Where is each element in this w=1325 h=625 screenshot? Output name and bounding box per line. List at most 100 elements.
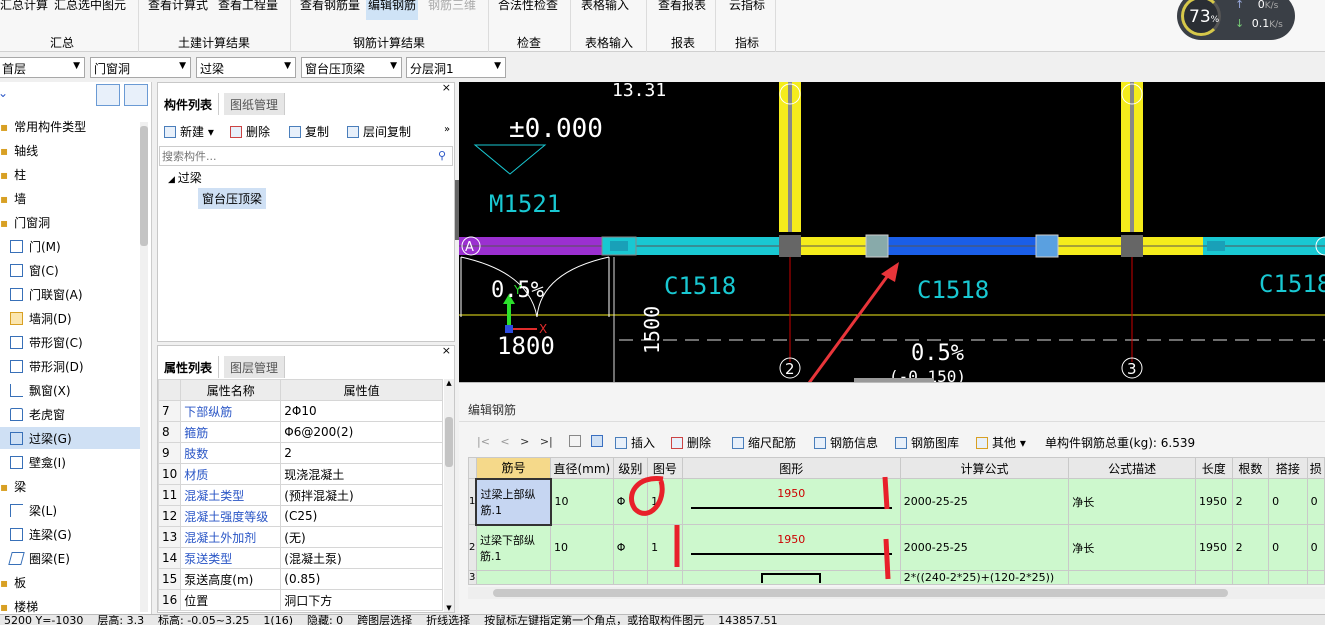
close-icon[interactable]: × [442,81,451,94]
view-quantity-button[interactable]: 查看工程量 [216,0,280,16]
layer-select[interactable]: 分层洞1 ▼ [406,57,506,78]
tree-item-door[interactable]: 门(M) [0,235,140,257]
bar-formula[interactable]: 2*((240-2*25)+(120-2*25)) [899,570,1070,585]
list-view-icon[interactable] [96,84,120,106]
rebar-3d-button[interactable]: 钢筋三维 [426,0,478,16]
card-view-icon[interactable] [124,84,148,106]
category-select[interactable]: 门窗洞 ▼ [90,57,191,78]
bar-diameter[interactable]: 10 [550,524,614,571]
property-scrollbar[interactable]: ▲ ▼ [444,379,454,612]
property-row[interactable]: 15 泵送高度(m) (0.85) [157,568,443,590]
tree-item-strip-hole[interactable]: 带形洞(D) [0,355,140,377]
view-rebar-button[interactable]: 查看钢筋量 [298,0,362,16]
property-value[interactable]: Φ6@200(2) [280,421,443,443]
close-icon[interactable]: × [442,344,451,357]
type-select[interactable]: 过梁 ▼ [196,57,296,78]
summary-calc-button[interactable]: 汇总计算 [0,0,50,16]
bar-formula[interactable]: 2000-25-25 [899,478,1070,525]
property-value[interactable]: 2 [280,442,443,464]
property-row[interactable]: 9 肢数 2 [157,442,443,464]
property-value[interactable]: (C25) [280,505,443,527]
bar-formula-desc[interactable] [1068,570,1197,585]
bar-count[interactable]: 2 [1231,478,1270,525]
bar-count[interactable]: 2 [1231,524,1270,571]
property-row[interactable]: 12 混凝土强度等级 (C25) [157,505,443,527]
property-value[interactable]: (0.85) [280,568,443,590]
component-item-sill-beam[interactable]: 窗台压顶梁 [198,188,267,209]
rebar-delete-button[interactable]: 删除 [671,434,711,451]
table-input-button[interactable]: 表格输入 [579,0,631,16]
property-row[interactable]: 13 混凝土外加剂 (无) [157,526,443,548]
view-report-button[interactable]: 查看报表 [656,0,708,16]
property-value[interactable]: (混凝土泵) [280,547,443,569]
bar-name[interactable] [475,570,552,585]
bar-loss[interactable]: 0 [1306,478,1325,525]
record-navigation[interactable]: |< < > >| [477,435,553,448]
tree-scrollbar[interactable] [140,122,148,612]
property-row[interactable]: 8 箍筋 Φ6@200(2) [157,421,443,443]
bar-formula[interactable]: 2000-25-25 [899,524,1070,571]
bar-name[interactable]: 过梁上部纵筋.1 [475,477,552,526]
rebar-hscrollbar[interactable] [468,587,1325,599]
more-icon[interactable]: » [444,124,450,135]
bar-lap[interactable] [1268,570,1308,585]
tree-item-beam-group[interactable]: ▪ 梁 [0,475,140,497]
move-down-icon[interactable] [591,435,603,447]
tab-property-list[interactable]: 属性列表 [158,356,220,378]
move-up-icon[interactable] [569,435,581,447]
scale-rebar-button[interactable]: 缩尺配筋 [732,434,796,451]
delete-button[interactable]: 删除 [230,123,270,140]
property-value[interactable]: 2Φ10 [280,400,443,422]
validity-check-button[interactable]: 合法性检查 [496,0,560,16]
bar-loss[interactable] [1306,570,1325,585]
bar-lap[interactable]: 0 [1268,524,1308,571]
bar-diameter[interactable]: 10 [550,478,614,525]
tree-item-door-window[interactable]: 门联窗(A) [0,283,140,305]
property-value[interactable]: 洞口下方 [280,589,443,611]
tree-item-beam[interactable]: 梁(L) [0,499,140,521]
edit-rebar-button[interactable]: 编辑钢筋 [366,0,419,20]
cloud-index-button[interactable]: 云指标 [727,0,767,16]
search-icon[interactable]: ⚲ [438,149,446,162]
property-row[interactable]: 11 混凝土类型 (预拌混凝土) [157,484,443,506]
copy-between-floors-button[interactable]: 层间复制 [347,123,411,140]
property-row[interactable]: 14 泵送类型 (混凝土泵) [157,547,443,569]
tree-item-dormer[interactable]: 老虎窗 [0,403,140,425]
bar-length[interactable]: 1950 [1195,524,1233,571]
bar-formula-desc[interactable]: 净长 [1068,478,1197,525]
component-search-input[interactable] [159,146,453,166]
tree-item-window[interactable]: 窗(C) [0,259,140,281]
tree-item-openings[interactable]: ▪ 门窗洞 [0,211,140,233]
bar-diameter[interactable] [550,570,614,585]
tree-item-coupling-beam[interactable]: 连梁(G) [0,523,140,545]
tree-item-slab[interactable]: ▪ 板 [0,571,140,593]
tab-layer-management[interactable]: 图层管理 [224,356,286,378]
bar-length[interactable]: 1950 [1195,478,1233,525]
rebar-info-button[interactable]: 钢筋信息 [814,434,878,451]
property-value[interactable]: (预拌混凝土) [280,484,443,506]
tree-item-axis[interactable]: ▪ 轴线 [0,139,140,161]
insert-button[interactable]: 插入 [615,434,655,451]
cad-viewport[interactable]: 13.31 ±0.000 M1521 C1518 C1518 C1518 0.5… [459,82,1325,382]
copy-button[interactable]: 复制 [289,123,329,140]
property-value[interactable]: (无) [280,526,443,548]
property-value[interactable]: 现浇混凝土 [280,463,443,485]
other-button[interactable]: 其他 ▾ [976,434,1026,451]
tree-item-lintel[interactable]: 过梁(G) [0,427,140,449]
tree-item-strip-window[interactable]: 带形窗(C) [0,331,140,353]
bar-formula-desc[interactable]: 净长 [1068,524,1197,571]
new-button[interactable]: 新建 ▾ [164,123,214,140]
tab-drawing-management[interactable]: 图纸管理 [224,93,286,115]
rebar-library-button[interactable]: 钢筋图库 [895,434,959,451]
tree-item-niche[interactable]: 壁龛(I) [0,451,140,473]
view-formula-button[interactable]: 查看计算式 [146,0,210,16]
tree-item-wall-hole[interactable]: 墙洞(D) [0,307,140,329]
row-index[interactable]: 3 [468,570,477,585]
tree-item-common[interactable]: ▪ 常用构件类型 [0,115,140,137]
floor-select[interactable]: 首层 ▼ [0,57,85,78]
property-row[interactable]: 10 材质 现浇混凝土 [157,463,443,485]
bar-loss[interactable]: 0 [1306,524,1325,571]
component-select[interactable]: 窗台压顶梁 ▼ [301,57,402,78]
row-index[interactable]: 2 [468,524,477,571]
tree-item-bay-window[interactable]: 飘窗(X) [0,379,140,401]
